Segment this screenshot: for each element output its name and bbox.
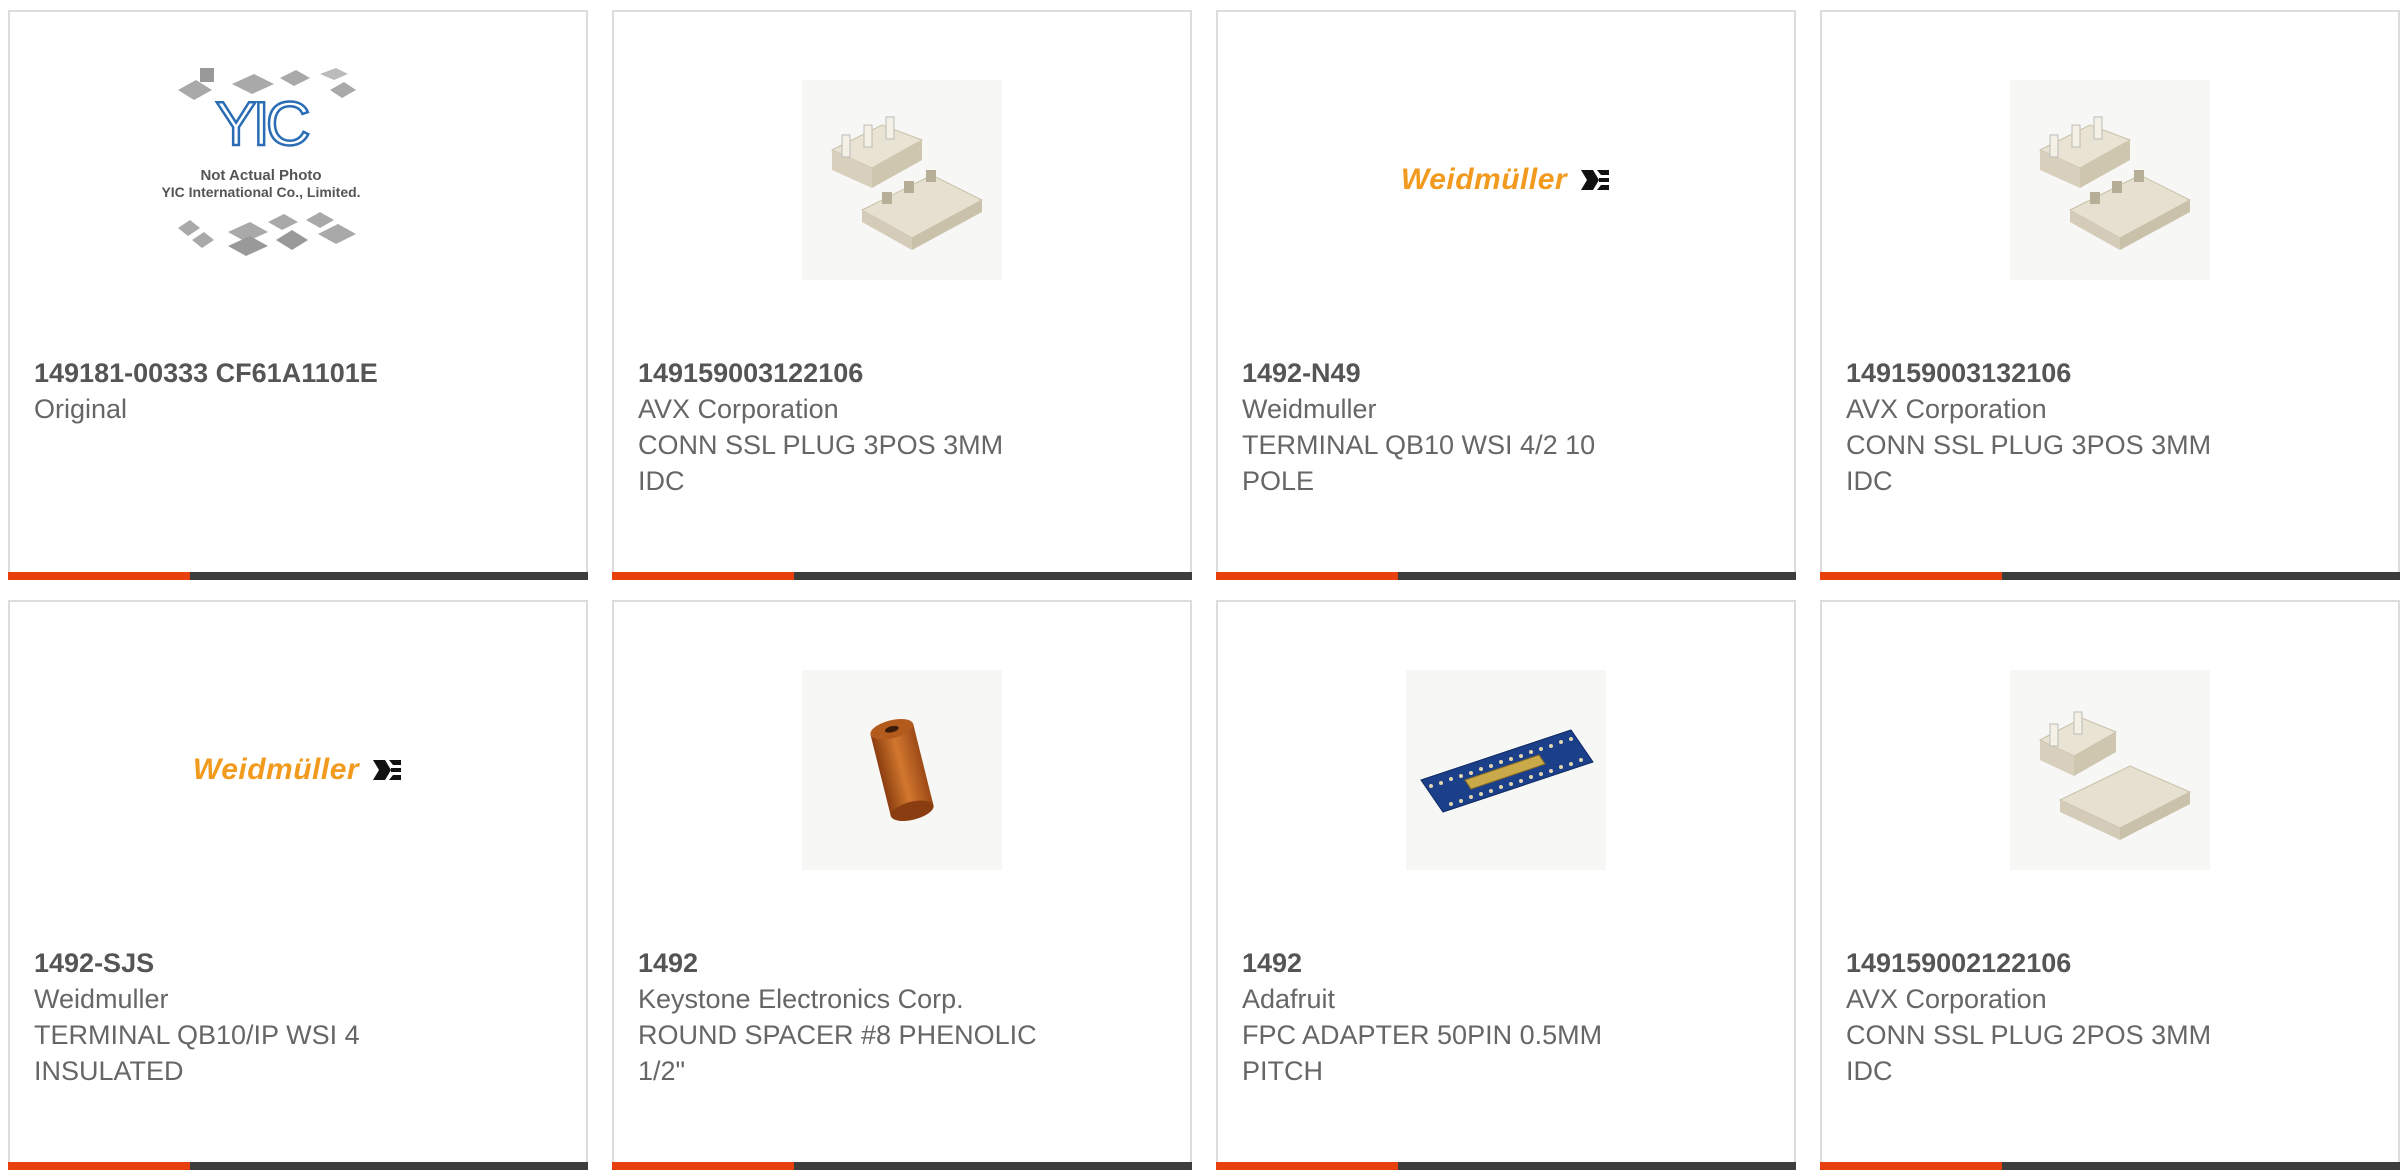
card-accent-bar bbox=[1820, 572, 2002, 580]
card-accent-bar bbox=[612, 572, 794, 580]
weidmuller-logo-text: Weidmüller bbox=[1400, 163, 1568, 196]
product-card[interactable]: 149159003122106 AVX Corporation CONN SSL… bbox=[612, 10, 1192, 580]
product-card[interactable]: 149159003132106 AVX Corporation CONN SSL… bbox=[1820, 10, 2400, 580]
card-accent-bar bbox=[1216, 1162, 1398, 1170]
product-info: 149159003122106 AVX Corporation CONN SSL… bbox=[638, 355, 1166, 499]
card-footer-bar bbox=[1216, 572, 1796, 580]
product-info: 149159003132106 AVX Corporation CONN SSL… bbox=[1846, 355, 2374, 499]
part-number-link[interactable]: 149159002122106 bbox=[1846, 945, 2374, 981]
product-image[interactable] bbox=[614, 660, 1190, 880]
product-card[interactable]: Weidmüller 1492-N49 Weidmuller TERMINAL … bbox=[1216, 10, 1796, 580]
adapter-photo bbox=[1406, 670, 1606, 870]
product-grid: YIC Not Actual Photo YIC International C… bbox=[8, 10, 2400, 1170]
description: POLE bbox=[1242, 466, 1315, 496]
yic-placeholder-image: YIC Not Actual Photo YIC International C… bbox=[161, 68, 361, 256]
card-footer-bar bbox=[612, 572, 1192, 580]
connector-photo bbox=[2010, 670, 2210, 870]
weidmuller-logo: Weidmüller bbox=[1401, 163, 1611, 197]
product-line-1: Original bbox=[34, 394, 128, 424]
card-accent-bar bbox=[612, 1162, 794, 1170]
part-number-link[interactable]: 1492-N49 bbox=[1242, 355, 1770, 391]
weidmuller-symbol-icon bbox=[1581, 170, 1610, 190]
product-card[interactable]: 1492 Adafruit FPC ADAPTER 50PIN 0.5MM PI… bbox=[1216, 600, 1796, 1170]
manufacturer: AVX Corporation bbox=[1846, 394, 2047, 424]
part-number-link[interactable]: 1492 bbox=[1242, 945, 1770, 981]
product-card[interactable]: 149159002122106 AVX Corporation CONN SSL… bbox=[1820, 600, 2400, 1170]
product-info: 1492 Keystone Electronics Corp. ROUND SP… bbox=[638, 945, 1166, 1089]
card-accent-bar bbox=[8, 1162, 190, 1170]
card-footer-bar bbox=[8, 1162, 588, 1170]
description: IDC bbox=[1846, 466, 1893, 496]
card-footer-bar bbox=[8, 572, 588, 580]
weidmuller-logo-text: Weidmüller bbox=[192, 753, 360, 786]
part-number-link[interactable]: 1492 bbox=[638, 945, 1166, 981]
product-info: 149159002122106 AVX Corporation CONN SSL… bbox=[1846, 945, 2374, 1089]
spacer-photo bbox=[802, 670, 1002, 870]
product-image[interactable]: Weidmüller bbox=[10, 660, 586, 880]
card-accent-bar bbox=[8, 572, 190, 580]
description: CONN SSL PLUG 3POS 3MM bbox=[638, 430, 1004, 460]
product-image[interactable] bbox=[1218, 660, 1794, 880]
part-number-link[interactable]: 149159003132106 bbox=[1846, 355, 2374, 391]
fpc-adapter-image bbox=[1420, 729, 1594, 813]
weidmuller-logo: Weidmüller bbox=[193, 753, 403, 787]
svg-text:YIC: YIC bbox=[215, 90, 309, 159]
card-footer-bar bbox=[1216, 1162, 1796, 1170]
part-number-link[interactable]: 149181-00333 CF61A1101E bbox=[34, 355, 562, 391]
description: TERMINAL QB10 WSI 4/2 10 bbox=[1242, 430, 1596, 460]
product-image[interactable]: Weidmüller bbox=[1218, 70, 1794, 290]
card-footer-bar bbox=[1820, 572, 2400, 580]
card-accent-bar bbox=[1820, 1162, 2002, 1170]
product-info: 149181-00333 CF61A1101E Original bbox=[34, 355, 562, 427]
description: INSULATED bbox=[34, 1056, 184, 1086]
product-card[interactable]: Weidmüller 1492-SJS Weidmuller TERMINAL … bbox=[8, 600, 588, 1170]
svg-text:YIC International Co., Limited: YIC International Co., Limited. bbox=[161, 184, 360, 200]
description: CONN SSL PLUG 3POS 3MM bbox=[1846, 430, 2212, 460]
card-accent-bar bbox=[1216, 572, 1398, 580]
product-info: 1492-SJS Weidmuller TERMINAL QB10/IP WSI… bbox=[34, 945, 562, 1089]
manufacturer: Adafruit bbox=[1242, 984, 1336, 1014]
description: PITCH bbox=[1242, 1056, 1323, 1086]
manufacturer: Keystone Electronics Corp. bbox=[638, 984, 964, 1014]
connector-3pos-image bbox=[830, 116, 984, 250]
product-info: 1492-N49 Weidmuller TERMINAL QB10 WSI 4/… bbox=[1242, 355, 1770, 499]
description: TERMINAL QB10/IP WSI 4 bbox=[34, 1020, 360, 1050]
description: ROUND SPACER #8 PHENOLIC bbox=[638, 1020, 1037, 1050]
description: FPC ADAPTER 50PIN 0.5MM bbox=[1242, 1020, 1603, 1050]
connector-3pos-image bbox=[2038, 116, 2192, 250]
connector-photo bbox=[802, 80, 1002, 280]
manufacturer: Weidmuller bbox=[1242, 394, 1377, 424]
part-number-link[interactable]: 1492-SJS bbox=[34, 945, 562, 981]
manufacturer: AVX Corporation bbox=[1846, 984, 2047, 1014]
svg-text:Not Actual Photo: Not Actual Photo bbox=[200, 167, 321, 184]
connector-2pos-image bbox=[2038, 711, 2192, 840]
connector-photo bbox=[2010, 80, 2210, 280]
part-number-link[interactable]: 149159003122106 bbox=[638, 355, 1166, 391]
product-card[interactable]: 1492 Keystone Electronics Corp. ROUND SP… bbox=[612, 600, 1192, 1170]
manufacturer: AVX Corporation bbox=[638, 394, 839, 424]
product-image[interactable] bbox=[1822, 660, 2398, 880]
card-footer-bar bbox=[1820, 1162, 2400, 1170]
description: IDC bbox=[638, 466, 685, 496]
description: CONN SSL PLUG 2POS 3MM bbox=[1846, 1020, 2212, 1050]
description: IDC bbox=[1846, 1056, 1893, 1086]
product-card[interactable]: YIC Not Actual Photo YIC International C… bbox=[8, 10, 588, 580]
round-spacer-image bbox=[870, 719, 934, 821]
manufacturer: Weidmuller bbox=[34, 984, 169, 1014]
product-info: 1492 Adafruit FPC ADAPTER 50PIN 0.5MM PI… bbox=[1242, 945, 1770, 1089]
product-image[interactable]: YIC Not Actual Photo YIC International C… bbox=[10, 68, 586, 290]
description: 1/2" bbox=[638, 1056, 686, 1086]
product-image[interactable] bbox=[614, 70, 1190, 290]
product-image[interactable] bbox=[1822, 70, 2398, 290]
weidmuller-symbol-icon bbox=[373, 760, 402, 780]
card-footer-bar bbox=[612, 1162, 1192, 1170]
